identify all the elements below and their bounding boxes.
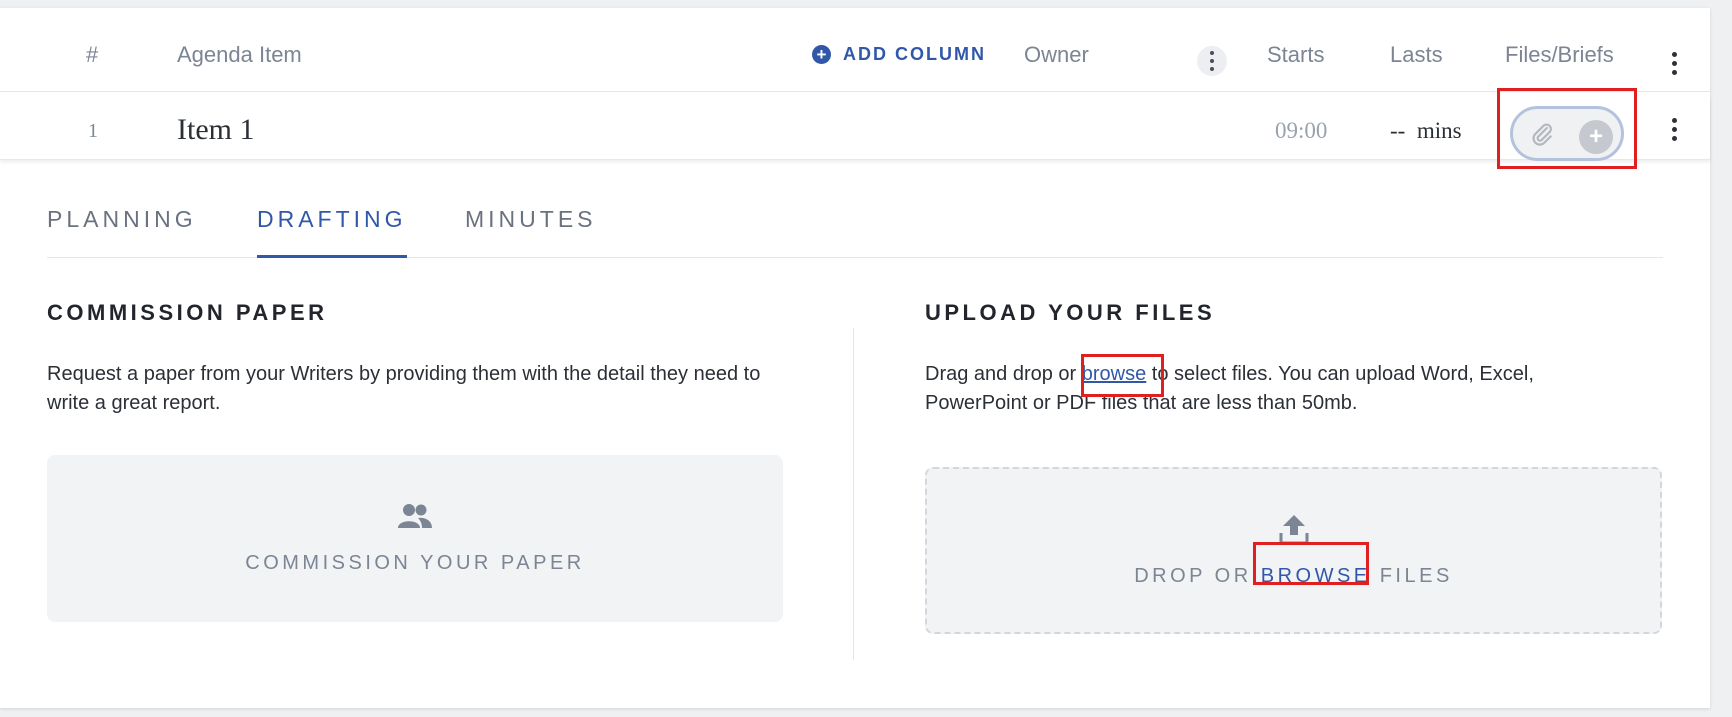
commission-paper-button[interactable]: COMMISSION YOUR PAPER <box>47 455 783 622</box>
commission-title: COMMISSION PAPER <box>47 300 328 325</box>
tab-bar: PLANNING DRAFTING MINUTES <box>47 206 1663 258</box>
item-duration[interactable]: -- mins <box>1390 118 1462 144</box>
section-divider <box>853 328 854 660</box>
column-agenda-item-header: Agenda Item <box>177 42 302 67</box>
agenda-card: # Agenda Item + ADD COLUMN Owner Starts … <box>0 8 1710 708</box>
tab-drafting[interactable]: DRAFTING <box>257 206 407 258</box>
paperclip-icon <box>1532 123 1552 146</box>
agenda-item-row[interactable]: 1 Item 1 09:00 -- mins + <box>0 96 1710 161</box>
drop-label: DROP OR BROWSE FILES <box>927 565 1660 588</box>
upload-description: Drag and drop or browse to select files.… <box>925 360 1615 418</box>
add-file-button[interactable]: + <box>1579 120 1613 154</box>
tab-planning[interactable]: PLANNING <box>47 206 197 258</box>
commission-description: Request a paper from your Writers by pro… <box>47 363 761 414</box>
plus-circle-icon: + <box>812 45 831 64</box>
add-column-label: ADD COLUMN <box>843 44 986 64</box>
owner-menu-icon[interactable] <box>1197 46 1227 76</box>
people-icon <box>398 504 432 528</box>
header-more-icon[interactable] <box>1669 48 1679 78</box>
tab-minutes[interactable]: MINUTES <box>465 206 597 258</box>
files-briefs-control[interactable]: + <box>1510 106 1624 161</box>
column-number-header: # <box>86 42 99 67</box>
commission-your-paper-label: COMMISSION YOUR PAPER <box>245 552 585 574</box>
upload-icon <box>1279 515 1309 545</box>
column-owner-header: Owner <box>1024 42 1089 67</box>
browse-link[interactable]: browse <box>1082 363 1146 385</box>
column-lasts-header: Lasts <box>1390 42 1443 67</box>
item-start-time[interactable]: 09:00 <box>1275 118 1327 144</box>
column-files-header: Files/Briefs <box>1505 42 1614 67</box>
upload-title: UPLOAD YOUR FILES <box>925 300 1216 325</box>
file-drop-zone[interactable]: DROP OR BROWSE FILES <box>925 467 1662 634</box>
item-more-icon[interactable] <box>1669 114 1679 144</box>
table-header: # Agenda Item + ADD COLUMN Owner Starts … <box>0 8 1710 92</box>
drop-prefix: DROP OR <box>1134 565 1261 587</box>
drop-suffix: FILES <box>1370 565 1453 587</box>
add-column-button[interactable]: + ADD COLUMN <box>812 44 986 65</box>
column-starts-header: Starts <box>1267 42 1325 67</box>
browse-files-button[interactable]: BROWSE <box>1261 565 1371 587</box>
item-number: 1 <box>88 120 98 142</box>
item-title[interactable]: Item 1 <box>177 113 254 147</box>
upload-desc-prefix: Drag and drop or <box>925 363 1082 385</box>
